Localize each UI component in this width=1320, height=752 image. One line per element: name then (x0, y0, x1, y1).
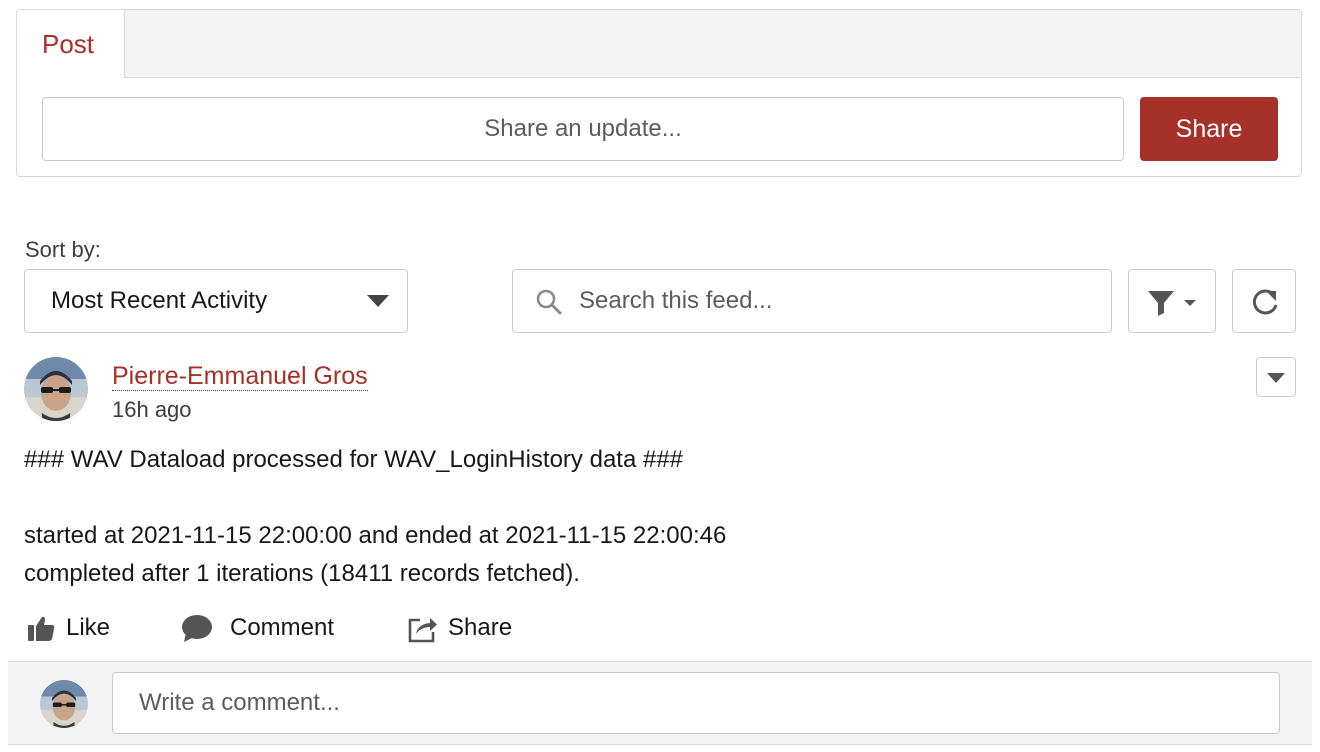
post-body-line: started at 2021-11-15 22:00:00 and ended… (24, 522, 727, 549)
share-post-button[interactable]: Share (406, 608, 512, 648)
comment-input[interactable]: Write a comment... (112, 672, 1280, 734)
search-placeholder: Search this feed... (579, 287, 773, 314)
sort-select[interactable]: Most Recent Activity (24, 269, 408, 333)
share-icon (408, 618, 437, 643)
comment-label: Comment (230, 614, 335, 641)
comment-bar: Write a comment... (8, 661, 1312, 745)
post-timestamp[interactable]: 16h ago (112, 397, 192, 423)
author-name-link[interactable]: Pierre-Emmanuel Gros (112, 362, 368, 391)
current-user-avatar (40, 680, 88, 728)
avatar-image (24, 357, 88, 421)
feed-search-input[interactable]: Search this feed... (512, 269, 1112, 333)
search-icon (536, 289, 562, 315)
avatar-image (40, 680, 88, 728)
post-body-line: ### WAV Dataload processed for WAV_Login… (24, 446, 684, 473)
chevron-down-icon (367, 295, 389, 307)
thumbs-up-icon (28, 616, 55, 641)
like-label: Like (66, 614, 111, 641)
refresh-button[interactable] (1232, 269, 1296, 333)
author-avatar[interactable] (24, 357, 88, 421)
filter-icon (1148, 291, 1196, 316)
comment-button[interactable]: Comment (180, 608, 334, 648)
like-button[interactable]: Like (26, 608, 110, 648)
comment-icon (182, 615, 212, 642)
share-button[interactable]: Share (1140, 97, 1278, 161)
post-body-line: completed after 1 iterations (18411 reco… (24, 560, 580, 587)
share-label: Share (448, 614, 513, 641)
tab-post[interactable]: Post (17, 10, 125, 78)
refresh-icon (1252, 289, 1278, 315)
publisher-tabbar: Post (17, 10, 1301, 78)
sort-label: Sort by: (25, 237, 101, 262)
filter-button[interactable] (1128, 269, 1216, 333)
sort-select-value: Most Recent Activity (51, 287, 268, 314)
chevron-down-icon (1267, 373, 1285, 383)
share-update-input[interactable]: Share an update... (42, 97, 1124, 161)
publisher-card: Post Share an update... Share (16, 9, 1302, 177)
post-actions-menu[interactable] (1256, 357, 1296, 397)
